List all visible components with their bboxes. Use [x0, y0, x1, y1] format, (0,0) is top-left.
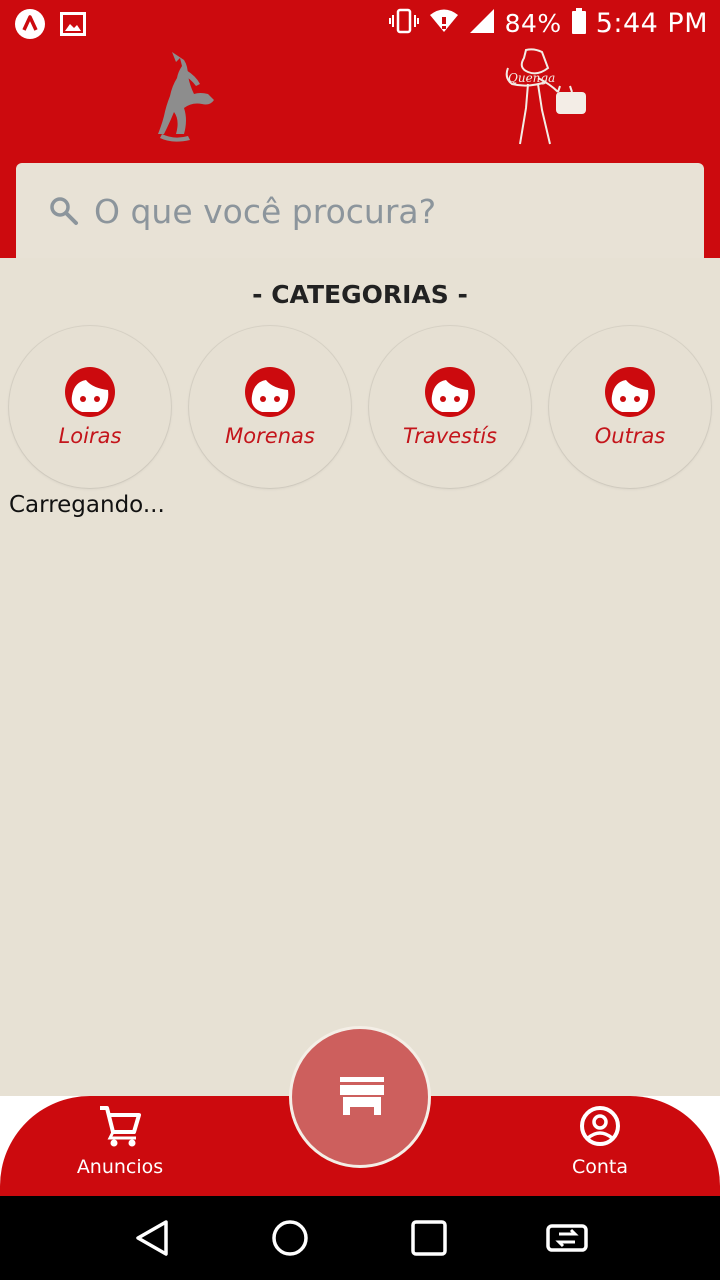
category-travestis[interactable]: Travestís	[369, 326, 531, 488]
category-list: Loiras Morenas Travestís Outras	[9, 326, 713, 488]
face-icon	[424, 366, 476, 418]
battery-icon	[571, 8, 586, 38]
category-label: Loiras	[58, 424, 122, 448]
recents-icon[interactable]	[407, 1216, 451, 1260]
account-icon	[580, 1106, 620, 1146]
category-morenas[interactable]: Morenas	[189, 326, 351, 488]
back-icon[interactable]	[130, 1216, 174, 1260]
nav-anuncios-label: Anuncios	[76, 1156, 164, 1178]
category-label: Outras	[594, 424, 666, 448]
store-icon	[340, 1077, 384, 1115]
category-loiras[interactable]: Loiras	[9, 326, 171, 488]
signal-icon	[469, 8, 495, 38]
face-icon	[64, 366, 116, 418]
category-outras[interactable]: Outras	[549, 326, 711, 488]
search-input[interactable]	[94, 185, 674, 237]
store-fab-button[interactable]	[289, 1026, 431, 1168]
face-icon	[244, 366, 296, 418]
search-icon	[48, 195, 80, 227]
loading-text: Carregando...	[9, 492, 165, 518]
woman-shopping-icon: Quenga	[498, 48, 593, 148]
app-header: Quenga	[0, 48, 720, 258]
app-notification-icon	[14, 8, 46, 44]
wifi-icon	[429, 8, 459, 38]
nav-conta-label: Conta	[571, 1156, 629, 1178]
nav-anuncios[interactable]: Anuncios	[50, 1096, 190, 1196]
switch-app-icon[interactable]	[545, 1216, 589, 1260]
face-icon	[604, 366, 656, 418]
status-bar: 84% 5:44 PM	[0, 0, 720, 48]
svg-text:Quenga: Quenga	[508, 71, 555, 85]
cart-icon	[100, 1106, 141, 1147]
search-bar[interactable]	[16, 163, 704, 258]
image-notification-icon	[60, 12, 86, 40]
category-label: Morenas	[225, 424, 315, 448]
vibrate-icon	[388, 6, 419, 40]
android-navigation-bar	[0, 1196, 720, 1280]
clock: 5:44 PM	[595, 7, 708, 39]
devil-figure-icon	[150, 48, 220, 146]
battery-percent: 84%	[504, 8, 562, 38]
nav-conta[interactable]: Conta	[530, 1096, 670, 1196]
categories-title: - CATEGORIAS -	[252, 280, 468, 309]
category-label: Travestís	[403, 424, 497, 448]
home-icon[interactable]	[268, 1216, 312, 1260]
